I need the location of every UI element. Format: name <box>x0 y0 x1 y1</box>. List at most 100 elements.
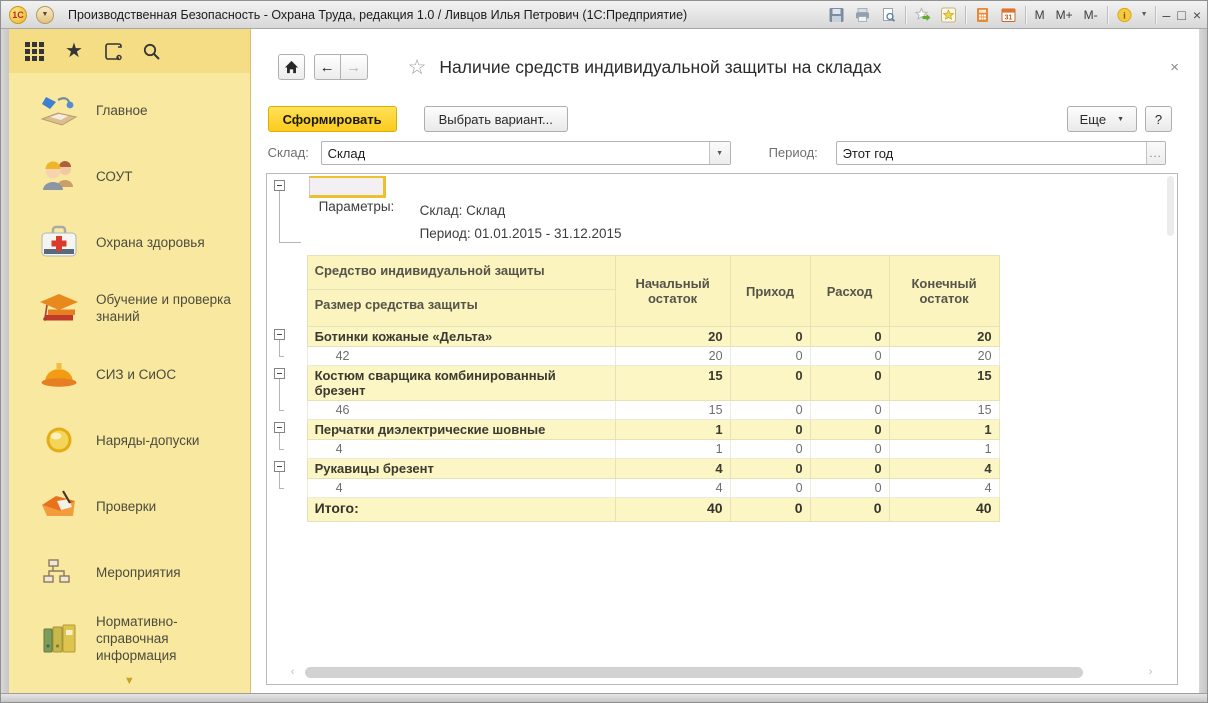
app-window: 1С ▼ Производственная Безопасность - Охр… <box>0 0 1208 703</box>
search-icon[interactable] <box>140 39 164 63</box>
choose-variant-button[interactable]: Выбрать вариант... <box>424 106 568 132</box>
help-button[interactable]: ? <box>1145 106 1172 132</box>
info-caret-icon[interactable]: ▼ <box>1141 11 1148 18</box>
table-row[interactable]: 41001 <box>307 440 999 459</box>
sidebar-item-9[interactable]: Нормативно-справочная информация <box>9 605 250 671</box>
period-more-button[interactable]: ... <box>1146 142 1165 164</box>
warehouse-dropdown-button[interactable]: ▼ <box>709 142 730 164</box>
table-row[interactable]: Рукавицы брезент4004 <box>307 459 999 479</box>
sections-menu-icon[interactable] <box>23 39 47 63</box>
parameter-period: Период: 01.01.2015 - 31.12.2015 <box>420 222 622 245</box>
print-button[interactable] <box>853 6 872 24</box>
close-window-button[interactable]: × <box>1193 6 1201 24</box>
scrollbar-thumb[interactable] <box>1167 176 1174 236</box>
main-menu-button[interactable]: ▼ <box>36 6 54 24</box>
history-icon[interactable] <box>101 39 125 63</box>
generate-button[interactable]: Сформировать <box>268 106 397 132</box>
table-row[interactable]: Костюм сварщика комбинированный брезент1… <box>307 366 999 401</box>
column-header-expense: Расход <box>810 256 889 327</box>
collapse-group-button[interactable] <box>274 461 285 472</box>
warehouse-combobox[interactable]: ▼ <box>321 141 731 165</box>
memory-m-plus-button[interactable]: M+ <box>1054 8 1075 22</box>
close-form-button[interactable]: × <box>1170 59 1179 76</box>
separator <box>1155 6 1156 24</box>
maximize-button[interactable]: □ <box>1177 6 1185 24</box>
separator <box>1025 6 1026 24</box>
sidebar-item-1[interactable]: Главное <box>9 77 250 143</box>
education-icon <box>37 286 81 330</box>
selected-cell[interactable] <box>309 176 386 198</box>
print-preview-button[interactable] <box>879 6 898 24</box>
column-header-size: Размер средства защиты <box>307 290 615 327</box>
more-button[interactable]: Еще▼ <box>1067 106 1137 132</box>
report-table-body: Ботинки кожаные «Дельта»20002042200020Ко… <box>307 327 999 522</box>
back-button[interactable]: ← <box>314 54 341 80</box>
memory-m-minus-button[interactable]: M- <box>1082 8 1100 22</box>
sidebar-item-5[interactable]: СИЗ и СиОС <box>9 341 250 407</box>
collapse-group-button[interactable] <box>274 180 285 191</box>
home-button[interactable] <box>278 54 305 80</box>
table-row[interactable]: Ботинки кожаные «Дельта»200020 <box>307 327 999 347</box>
period-input[interactable] <box>837 142 1146 164</box>
sidebar-item-label: СОУТ <box>96 168 238 185</box>
tree-line <box>279 472 280 488</box>
report-area[interactable]: Параметры: Склад: Склад Период: 01.01.20… <box>266 173 1178 685</box>
goto-button[interactable] <box>913 6 932 24</box>
events-chart-icon <box>37 550 81 594</box>
save-button[interactable] <box>827 6 846 24</box>
sidebar-item-4[interactable]: Обучение и проверка знаний <box>9 275 250 341</box>
memory-m-button[interactable]: M <box>1033 8 1047 22</box>
calculator-button[interactable] <box>973 6 992 24</box>
scroll-right-arrow[interactable]: › <box>1145 666 1157 679</box>
calendar-button[interactable]: 31 <box>999 6 1018 24</box>
collapse-group-button[interactable] <box>274 329 285 340</box>
forward-button[interactable]: → <box>341 54 368 80</box>
horizontal-scrollbar[interactable]: ‹ › <box>287 666 1157 679</box>
sidebar-item-label: Проверки <box>96 498 238 515</box>
separator <box>1107 6 1108 24</box>
sidebar-items: Главное СОУТ Охрана здоровья Обучение и про… <box>9 73 250 671</box>
favorites-button[interactable] <box>939 6 958 24</box>
tree-line <box>279 191 280 242</box>
period-filter-label: Период: <box>769 145 818 160</box>
sidebar-item-label: Мероприятия <box>96 564 238 581</box>
sidebar-more-indicator[interactable]: ▼ <box>9 671 250 693</box>
collapse-group-button[interactable] <box>274 368 285 379</box>
sidebar-item-3[interactable]: Охрана здоровья <box>9 209 250 275</box>
tree-line <box>279 433 280 449</box>
parameters-label: Параметры: <box>319 199 420 245</box>
table-row[interactable]: Итого:400040 <box>307 498 999 522</box>
back-arrow-icon: ← <box>320 59 335 76</box>
tree-line <box>279 356 284 357</box>
sidebar-item-6[interactable]: Наряды-допуски <box>9 407 250 473</box>
page-title: Наличие средств индивидуальной защиты на… <box>439 57 881 78</box>
home-icon <box>284 60 299 74</box>
scrollbar-thumb[interactable] <box>305 667 1083 678</box>
period-field[interactable]: ... <box>836 141 1166 165</box>
sidebar-toolbar: ★ <box>9 29 250 73</box>
sidebar-item-2[interactable]: СОУТ <box>9 143 250 209</box>
table-row[interactable]: 46150015 <box>307 401 999 420</box>
favorite-star-icon[interactable]: ☆ <box>408 55 427 80</box>
favorites-icon[interactable]: ★ <box>62 39 86 63</box>
column-header-item: Средство индивидуальной защиты <box>307 256 615 290</box>
report-parameters: Параметры: Склад: Склад Период: 01.01.20… <box>319 199 622 245</box>
table-row[interactable]: 44004 <box>307 479 999 498</box>
sidebar-item-7[interactable]: Проверки <box>9 473 250 539</box>
minimize-button[interactable]: – <box>1163 6 1171 24</box>
collapse-group-button[interactable] <box>274 422 285 433</box>
window-title: Производственная Безопасность - Охрана Т… <box>68 8 687 22</box>
table-row[interactable]: Перчатки диэлектрические шовные1001 <box>307 420 999 440</box>
sidebar: ★ Главное СОУТ Охрана здоровья Обучение и п… <box>9 29 251 693</box>
sidebar-item-label: Обучение и проверка знаний <box>96 291 238 325</box>
separator <box>905 6 906 24</box>
parameter-warehouse: Склад: Склад <box>420 199 622 222</box>
table-row[interactable]: 42200020 <box>307 347 999 366</box>
sidebar-item-label: СИЗ и СиОС <box>96 366 238 383</box>
warehouse-input[interactable] <box>322 142 709 164</box>
sidebar-item-8[interactable]: Мероприятия <box>9 539 250 605</box>
sidebar-item-label: Охрана здоровья <box>96 234 238 251</box>
vertical-scrollbar[interactable] <box>1166 176 1175 662</box>
info-button[interactable]: i <box>1115 6 1134 24</box>
scroll-left-arrow[interactable]: ‹ <box>287 666 299 679</box>
